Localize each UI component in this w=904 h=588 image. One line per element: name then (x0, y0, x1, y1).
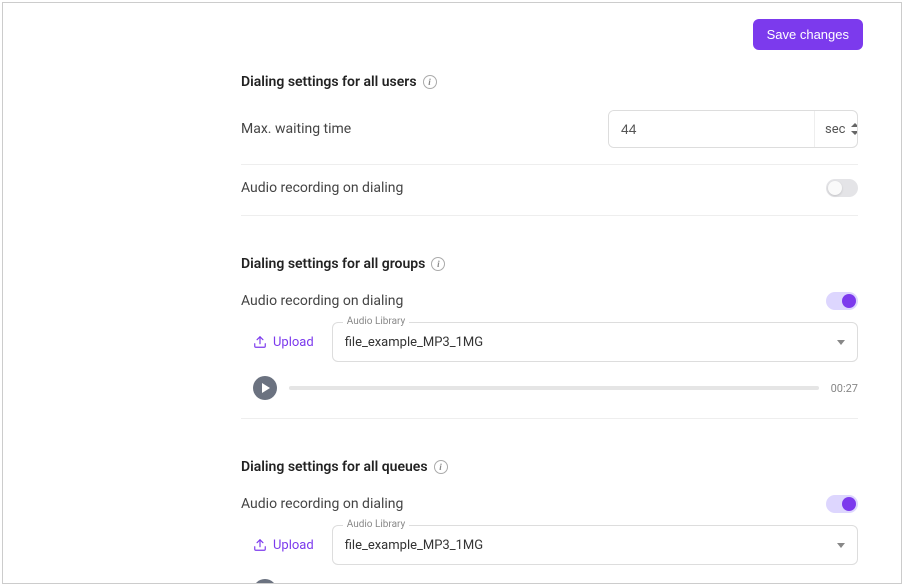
toggle-knob (828, 181, 842, 195)
max-wait-row: Max. waiting time sec (241, 110, 858, 148)
unit-select[interactable]: sec (814, 111, 858, 147)
select-value: file_example_MP3_1MG (345, 538, 483, 553)
upload-label: Upload (273, 335, 314, 350)
divider (241, 418, 858, 419)
queues-audio-rec-label: Audio recording on dialing (241, 496, 403, 512)
queues-audio-rec-row: Audio recording on dialing (241, 495, 858, 513)
max-wait-input[interactable] (609, 111, 814, 147)
groups-audio-rec-label: Audio recording on dialing (241, 293, 403, 309)
queues-audio-rec-toggle[interactable] (826, 495, 858, 513)
info-icon[interactable]: i (431, 257, 445, 271)
section-title-users: Dialing settings for all users i (241, 74, 858, 90)
groups-audio-library-select[interactable]: Audio Library file_example_MP3_1MG (332, 322, 858, 362)
select-value: file_example_MP3_1MG (345, 335, 483, 350)
save-button[interactable]: Save changes (753, 19, 863, 50)
settings-panel: Save changes Dialing settings for all us… (2, 2, 902, 584)
max-wait-input-group: sec (608, 110, 858, 148)
groups-play-button[interactable] (253, 376, 277, 400)
section-title-groups-text: Dialing settings for all groups (241, 256, 425, 272)
groups-player: 00:27 (253, 376, 858, 400)
upload-icon (253, 335, 267, 349)
upload-label: Upload (273, 538, 314, 553)
queues-play-button[interactable] (253, 579, 277, 584)
select-legend: Audio Library (343, 519, 410, 530)
toggle-knob (842, 497, 856, 511)
users-audio-rec-toggle[interactable] (826, 179, 858, 197)
divider (241, 215, 858, 216)
groups-upload-row: Upload Audio Library file_example_MP3_1M… (253, 322, 858, 362)
queues-audio-library-select[interactable]: Audio Library file_example_MP3_1MG (332, 525, 858, 565)
section-title-groups: Dialing settings for all groups i (241, 256, 858, 272)
queues-upload-row: Upload Audio Library file_example_MP3_1M… (253, 525, 858, 565)
info-icon[interactable]: i (423, 75, 437, 89)
section-title-queues: Dialing settings for all queues i (241, 459, 858, 475)
play-icon (262, 383, 270, 393)
users-audio-rec-row: Audio recording on dialing (241, 179, 858, 197)
sort-icon (851, 123, 858, 135)
groups-duration: 00:27 (831, 382, 858, 395)
max-wait-label: Max. waiting time (241, 121, 351, 137)
divider (241, 164, 858, 165)
info-icon[interactable]: i (434, 460, 448, 474)
select-legend: Audio Library (343, 316, 410, 327)
groups-track[interactable] (289, 386, 819, 390)
section-title-queues-text: Dialing settings for all queues (241, 459, 428, 475)
queues-upload-button[interactable]: Upload (253, 538, 314, 553)
toggle-knob (842, 294, 856, 308)
top-bar: Save changes (41, 19, 863, 50)
groups-upload-button[interactable]: Upload (253, 335, 314, 350)
groups-audio-rec-toggle[interactable] (826, 292, 858, 310)
groups-audio-rec-row: Audio recording on dialing (241, 292, 858, 310)
chevron-down-icon (837, 543, 845, 548)
queues-player: 00:27 (253, 579, 858, 584)
unit-label: sec (825, 122, 845, 137)
chevron-down-icon (837, 340, 845, 345)
users-audio-rec-label: Audio recording on dialing (241, 180, 403, 196)
upload-icon (253, 538, 267, 552)
section-title-users-text: Dialing settings for all users (241, 74, 417, 90)
